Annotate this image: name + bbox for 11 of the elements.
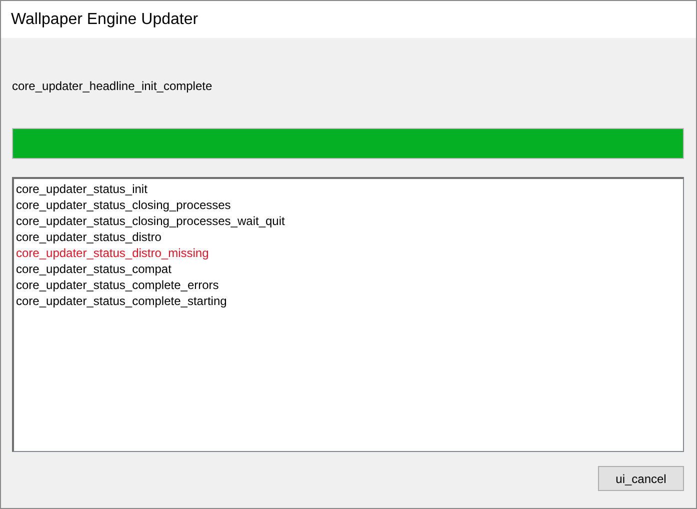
log-line: core_updater_status_closing_processes xyxy=(16,197,231,213)
log-line: core_updater_status_init xyxy=(16,181,148,197)
log-line: core_updater_status_closing_processes_wait_quit xyxy=(16,213,285,229)
headline: core_updater_headline_init_complete xyxy=(12,79,214,95)
window-title: Wallpaper Engine Updater xyxy=(11,10,198,28)
log-line: core_updater_status_compat xyxy=(16,261,172,277)
log-line: core_updater_status_complete_starting xyxy=(16,293,227,309)
log-line: core_updater_status_distro xyxy=(16,229,162,245)
cancel-button[interactable]: ui_cancel xyxy=(598,466,684,491)
log-line: core_updater_status_distro_missing xyxy=(16,245,209,261)
log-line: core_updater_status_complete_errors xyxy=(16,277,219,293)
